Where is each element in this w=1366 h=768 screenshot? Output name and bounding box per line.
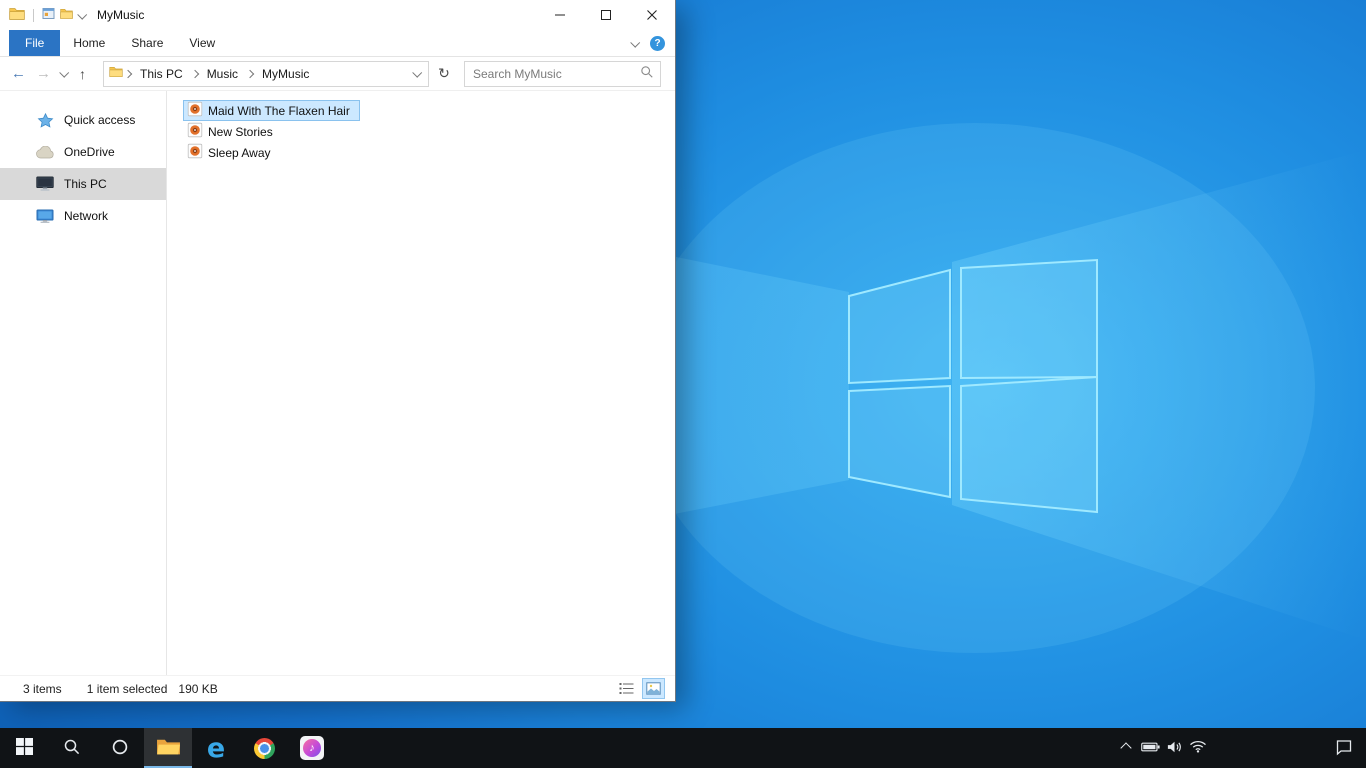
tab-home[interactable]: Home (60, 30, 118, 56)
taskbar-search-button[interactable] (48, 728, 96, 768)
taskbar-edge-button[interactable]: e (192, 728, 240, 768)
breadcrumb-mymusic[interactable]: MyMusic (255, 62, 316, 86)
quick-access-toolbar (9, 7, 88, 24)
expand-ribbon-chevron-icon[interactable] (630, 37, 641, 48)
search-input[interactable] (467, 66, 640, 81)
refresh-button[interactable]: ↻ (432, 62, 456, 86)
properties-icon[interactable] (42, 7, 55, 23)
tray-network-button[interactable] (1186, 728, 1210, 768)
file-explorer-window: MyMusic File Home Share View ? ← → ↑ Thi… (0, 0, 675, 701)
tab-view[interactable]: View (176, 30, 228, 56)
file-name: Sleep Away (208, 145, 271, 160)
file-list[interactable]: Maid With The Flaxen Hair New Stories Sl… (167, 91, 675, 675)
media-file-icon (187, 122, 203, 141)
taskbar-empty-area (1210, 728, 1322, 768)
breadcrumb-music[interactable]: Music (200, 62, 245, 86)
new-folder-icon[interactable] (60, 8, 73, 23)
taskbar: e ♪ (0, 728, 1366, 768)
edge-icon: e (206, 732, 226, 764)
windows-logo-icon (15, 738, 33, 758)
file-item-new-stories[interactable]: New Stories (183, 121, 283, 142)
music-note-icon: ♪ (309, 741, 315, 754)
tab-share[interactable]: Share (118, 30, 176, 56)
tray-battery-button[interactable] (1138, 728, 1162, 768)
close-button[interactable] (629, 0, 675, 30)
address-folder-icon (109, 66, 123, 81)
items-count: 3 items (23, 681, 62, 696)
sidebar-item-onedrive[interactable]: OneDrive (0, 136, 166, 168)
address-bar[interactable]: This PC Music MyMusic (103, 60, 429, 87)
window-folder-icon (9, 7, 25, 24)
sidebar-item-quick-access[interactable]: Quick access (0, 104, 166, 136)
back-button[interactable]: ← (6, 61, 31, 87)
breadcrumb-separator-icon (190, 69, 200, 78)
navigation-pane: Quick access OneDrive This PC Network (0, 91, 167, 675)
taskbar-itunes-button[interactable]: ♪ (288, 728, 336, 768)
search-box (464, 60, 661, 87)
system-tray (1114, 728, 1366, 768)
details-view-button[interactable] (615, 678, 638, 699)
file-item-sleep-away[interactable]: Sleep Away (183, 142, 281, 163)
media-file-icon (187, 101, 203, 120)
breadcrumb-separator-icon (245, 69, 255, 78)
selection-count: 1 item selected (86, 681, 168, 696)
breadcrumb-separator-icon (123, 69, 133, 78)
chrome-icon (253, 737, 275, 759)
tray-volume-button[interactable] (1162, 728, 1186, 768)
ribbon-tab-row: File Home Share View ? (0, 30, 675, 57)
address-dropdown-chevron-icon[interactable] (407, 67, 425, 78)
cloud-icon (35, 145, 55, 159)
chevron-up-icon (1120, 742, 1132, 754)
start-button[interactable] (0, 728, 48, 768)
forward-button[interactable]: → (31, 61, 56, 87)
up-button[interactable]: ↑ (70, 61, 95, 87)
media-file-icon (187, 143, 203, 162)
taskbar-file-explorer-button[interactable] (144, 728, 192, 768)
star-icon (35, 112, 55, 129)
file-explorer-icon (156, 736, 181, 760)
customize-qat-chevron-icon[interactable] (77, 9, 88, 20)
search-icon (63, 738, 81, 759)
speaker-icon (1166, 740, 1183, 757)
action-center-button[interactable] (1322, 728, 1366, 768)
file-name: Maid With The Flaxen Hair (208, 103, 350, 118)
search-icon[interactable] (640, 65, 654, 82)
monitor-icon (35, 176, 55, 192)
titlebar[interactable]: MyMusic (0, 0, 675, 30)
file-name: New Stories (208, 124, 273, 139)
action-center-icon (1335, 738, 1353, 759)
itunes-icon: ♪ (300, 736, 324, 760)
tray-show-hidden-icons-button[interactable] (1114, 728, 1138, 768)
sidebar-item-network[interactable]: Network (0, 200, 166, 232)
taskbar-chrome-button[interactable] (240, 728, 288, 768)
window-title: MyMusic (97, 8, 145, 22)
sidebar-item-label: This PC (64, 177, 107, 191)
thumbnails-view-button[interactable] (642, 678, 665, 699)
qat-divider (33, 8, 34, 22)
cortana-button[interactable] (96, 728, 144, 768)
sidebar-item-this-pc[interactable]: This PC (0, 168, 166, 200)
cortana-circle-icon (111, 738, 129, 759)
recent-locations-chevron-icon[interactable] (56, 61, 70, 87)
help-button[interactable]: ? (650, 35, 665, 51)
sidebar-item-label: OneDrive (64, 145, 115, 159)
maximize-button[interactable] (583, 0, 629, 30)
selection-size: 190 KB (178, 681, 218, 696)
breadcrumb-this-pc[interactable]: This PC (133, 62, 190, 86)
window-controls (537, 0, 675, 30)
minimize-button[interactable] (537, 0, 583, 30)
view-toggles (615, 678, 665, 699)
network-icon (35, 209, 55, 224)
status-bar: 3 items 1 item selected 190 KB (0, 675, 675, 701)
battery-icon (1140, 741, 1160, 756)
sidebar-item-label: Quick access (64, 113, 136, 127)
address-toolbar: ← → ↑ This PC Music MyMusic ↻ (0, 57, 675, 91)
wifi-icon (1189, 740, 1207, 756)
sidebar-item-label: Network (64, 209, 109, 223)
tab-file[interactable]: File (9, 30, 61, 56)
file-item-maid-with-the-flaxen-hair[interactable]: Maid With The Flaxen Hair (183, 100, 360, 121)
